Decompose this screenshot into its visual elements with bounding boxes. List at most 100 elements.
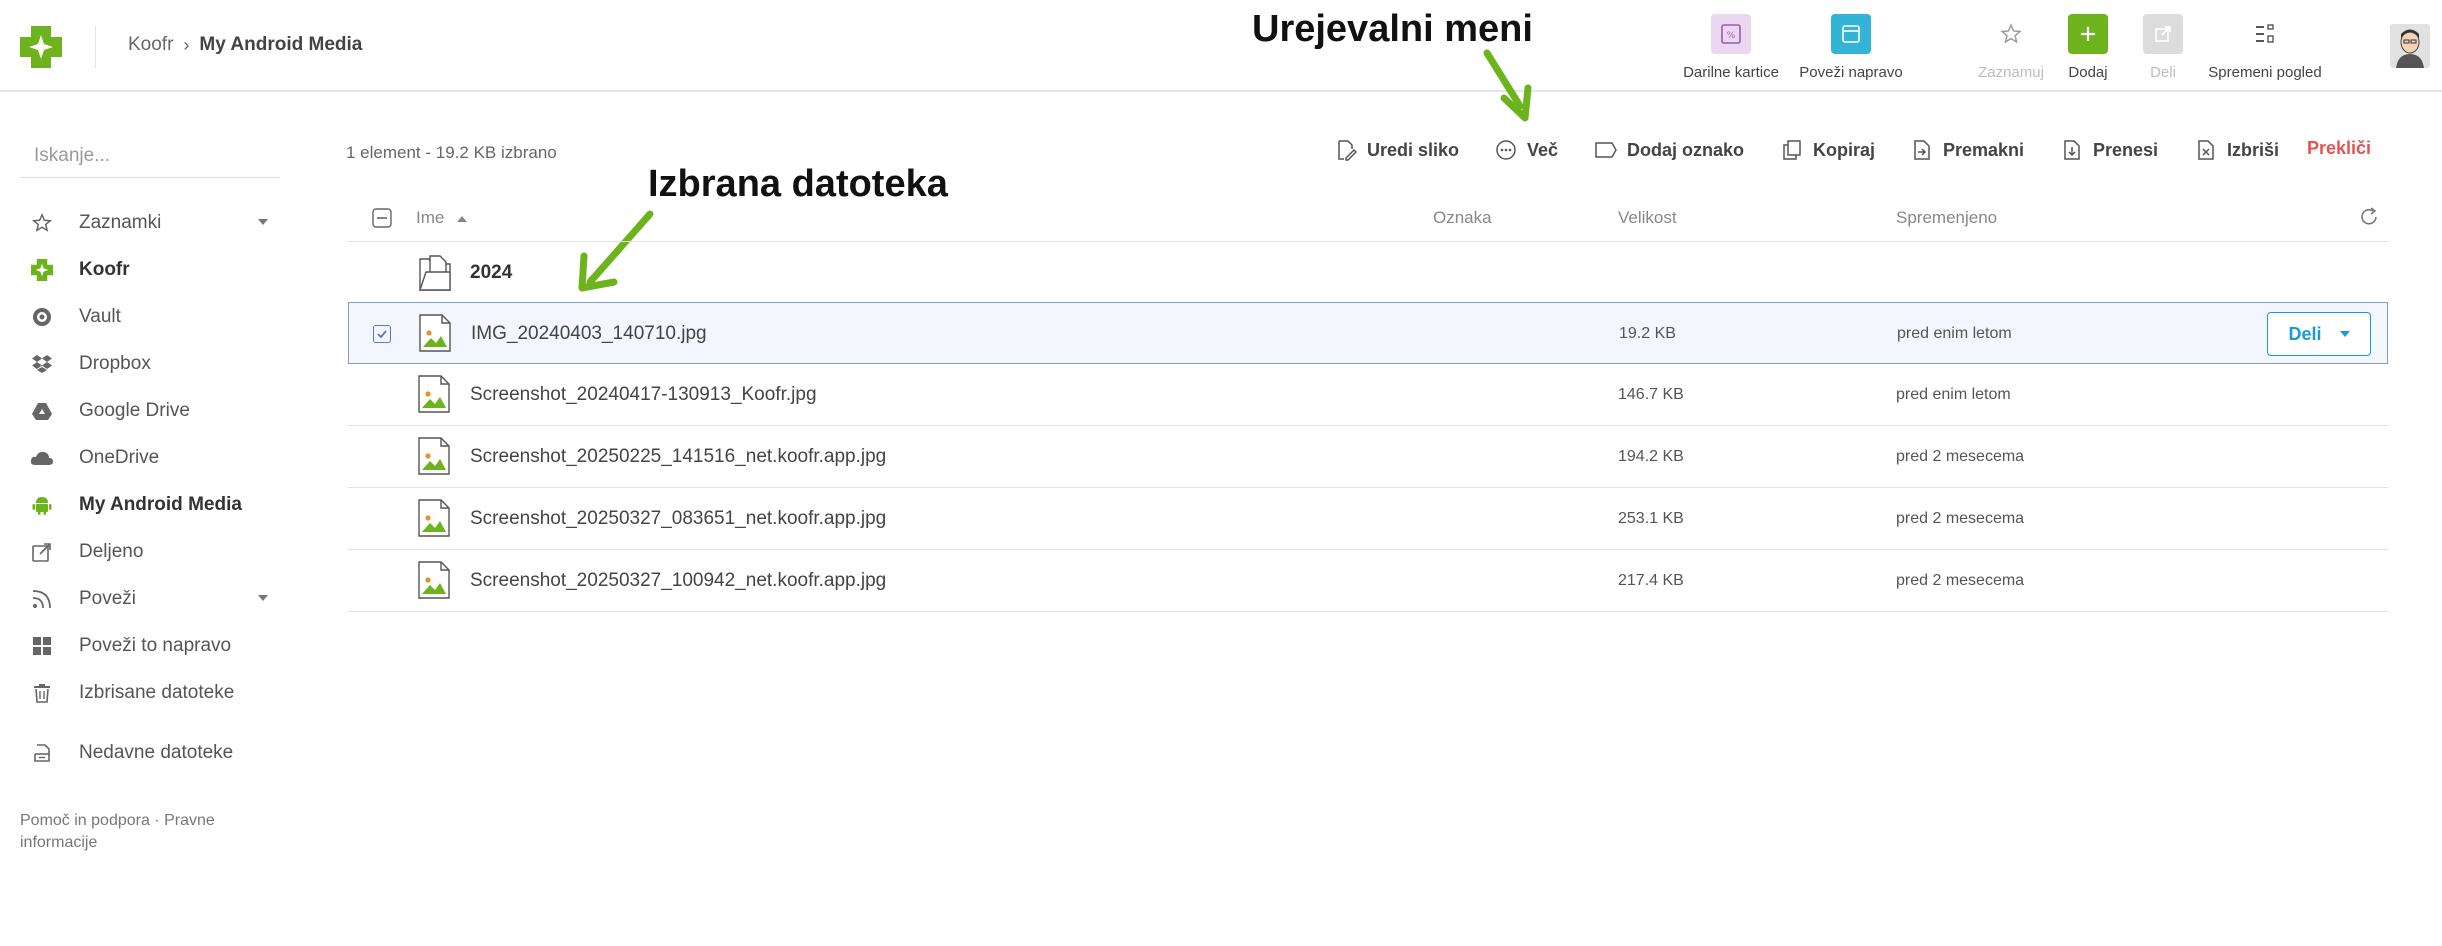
breadcrumb-root[interactable]: Koofr <box>128 34 173 56</box>
koofr-logo-icon[interactable] <box>20 26 62 68</box>
sidebar-item-shared[interactable]: Deljeno <box>20 528 280 575</box>
gift-cards-label: Darilne kartice <box>1683 64 1779 81</box>
sidebar-item-label: Google Drive <box>79 399 190 421</box>
connect-device-button[interactable]: Poveži napravo <box>1786 14 1916 81</box>
share-dropdown-button[interactable]: Deli <box>2267 312 2371 356</box>
move-label: Premakni <box>1943 139 2025 160</box>
more-button[interactable]: Več <box>1494 138 1558 162</box>
change-view-label: Spremeni pogled <box>2208 64 2322 81</box>
table-row-selected[interactable]: IMG_20240403_140710.jpg 19.2 KB pred eni… <box>348 302 2388 364</box>
trash-icon <box>28 679 56 707</box>
sidebar-item-google-drive[interactable]: Google Drive <box>20 387 280 434</box>
image-file-icon <box>418 499 450 537</box>
sidebar-item-label: Nedavne datoteke <box>79 741 234 763</box>
file-modified: pred 2 mesecema <box>1896 448 2025 465</box>
sidebar-item-connect[interactable]: Poveži <box>20 575 280 622</box>
delete-button[interactable]: Izbriši <box>2194 138 2279 162</box>
sidebar-item-label: My Android Media <box>79 493 242 515</box>
file-size: 253.1 KB <box>1618 510 1684 527</box>
breadcrumb: Koofr › My Android Media <box>128 34 362 56</box>
sidebar-item-deleted-files[interactable]: Izbrisane datoteke <box>20 669 280 716</box>
help-and-legal-links[interactable]: Pomoč in podpora · Pravne informacije <box>20 810 260 854</box>
sidebar-item-label: Deljeno <box>79 540 144 562</box>
table-row[interactable]: Screenshot_20250225_141516_net.koofr.app… <box>348 426 2388 488</box>
sidebar-item-vault[interactable]: Vault <box>20 293 280 340</box>
file-name[interactable]: Screenshot_20250225_141516_net.koofr.app… <box>470 446 886 468</box>
table-row[interactable]: 2024 <box>348 242 2388 304</box>
file-name[interactable]: Screenshot_20250327_083651_net.koofr.app… <box>470 508 886 530</box>
file-modified: pred 2 mesecema <box>1896 572 2025 589</box>
row-checkbox-checked[interactable] <box>373 325 391 343</box>
android-icon <box>28 491 56 519</box>
svg-text:%: % <box>1727 31 1736 41</box>
cancel-button[interactable]: Prekliči <box>2307 138 2371 159</box>
sidebar-item-recent-files[interactable]: Nedavne datoteke <box>20 729 280 776</box>
chevron-right-icon: › <box>183 34 190 55</box>
action-toolbar: Uredi sliko Več Dodaj oznako Kopiraj Pre… <box>0 138 2442 168</box>
google-drive-icon <box>28 397 56 425</box>
more-label: Več <box>1527 139 1559 160</box>
file-size: 194.2 KB <box>1618 448 1684 465</box>
image-file-icon <box>418 375 450 413</box>
sidebar-item-dropbox[interactable]: Dropbox <box>20 340 280 387</box>
sidebar-item-label: Vault <box>79 305 121 327</box>
sidebar-item-label: Koofr <box>79 258 130 280</box>
refresh-icon[interactable] <box>2358 206 2380 233</box>
file-name[interactable]: Screenshot_20240417-130913_Koofr.jpg <box>470 384 817 406</box>
file-name[interactable]: 2024 <box>470 262 512 284</box>
vault-icon <box>28 303 56 331</box>
move-button[interactable]: Premakni <box>1910 138 2024 162</box>
chevron-down-icon[interactable] <box>258 595 268 601</box>
column-header-size[interactable]: Velikost <box>1618 208 1677 228</box>
gift-cards-button[interactable]: % Darilne kartice <box>1666 14 1796 81</box>
file-size: 217.4 KB <box>1618 572 1684 589</box>
dropbox-icon <box>28 350 56 378</box>
sidebar-item-my-android-media[interactable]: My Android Media <box>20 481 280 528</box>
table-row[interactable]: Screenshot_20250327_083651_net.koofr.app… <box>348 488 2388 550</box>
file-modified: pred enim letom <box>1897 325 2012 342</box>
chevron-down-icon <box>2339 331 2350 337</box>
image-file-icon <box>419 314 451 352</box>
delete-icon <box>2194 138 2218 162</box>
sort-ascending-icon <box>457 215 468 222</box>
copy-button[interactable]: Kopiraj <box>1780 138 1875 162</box>
copy-icon <box>1780 138 1804 162</box>
sidebar-item-onedrive[interactable]: OneDrive <box>20 434 280 481</box>
chevron-down-icon[interactable] <box>258 219 268 225</box>
avatar[interactable] <box>2390 24 2430 68</box>
move-icon <box>1910 138 1934 162</box>
sidebar-item-connect-this-device[interactable]: Poveži to napravo <box>20 622 280 669</box>
rss-icon <box>28 585 56 613</box>
sidebar: Zaznamki Koofr Vault Dropbox Google Driv… <box>20 199 280 776</box>
sidebar-item-bookmarks[interactable]: Zaznamki <box>20 199 280 246</box>
tag-icon <box>1594 138 1618 162</box>
view-toggle-icon <box>2245 14 2285 54</box>
column-header-modified[interactable]: Spremenjeno <box>1896 208 1997 228</box>
table-row[interactable]: Screenshot_20250327_100942_net.koofr.app… <box>348 550 2388 612</box>
change-view-button[interactable]: Spremeni pogled <box>2200 14 2330 81</box>
sidebar-item-label: Poveži to napravo <box>79 634 232 656</box>
star-icon <box>28 209 56 237</box>
shared-icon <box>28 538 56 566</box>
add-tag-label: Dodaj oznako <box>1627 139 1745 160</box>
table-header: Ime Oznaka Velikost Spremenjeno <box>348 200 2388 242</box>
table-row[interactable]: Screenshot_20240417-130913_Koofr.jpg 146… <box>348 364 2388 426</box>
column-header-name[interactable]: Ime <box>416 208 468 228</box>
column-header-tag[interactable]: Oznaka <box>1433 208 1492 228</box>
sidebar-item-label: Zaznamki <box>79 211 162 233</box>
file-name[interactable]: Screenshot_20250327_100942_net.koofr.app… <box>470 570 886 592</box>
sidebar-item-label: OneDrive <box>79 446 160 468</box>
file-name[interactable]: IMG_20240403_140710.jpg <box>471 323 707 345</box>
add-tag-button[interactable]: Dodaj oznako <box>1594 138 1744 162</box>
select-all-checkbox[interactable] <box>372 208 392 233</box>
download-button[interactable]: Prenesi <box>2060 138 2158 162</box>
sidebar-item-koofr[interactable]: Koofr <box>20 246 280 293</box>
folder-icon <box>419 255 451 291</box>
sidebar-item-label: Izbrisane datoteke <box>79 681 235 703</box>
onedrive-icon <box>28 444 56 472</box>
share-label: Deli <box>2288 323 2322 344</box>
gift-card-icon: % <box>1711 14 1751 54</box>
share-icon <box>2143 14 2183 54</box>
edit-image-button[interactable]: Uredi sliko <box>1334 138 1459 162</box>
